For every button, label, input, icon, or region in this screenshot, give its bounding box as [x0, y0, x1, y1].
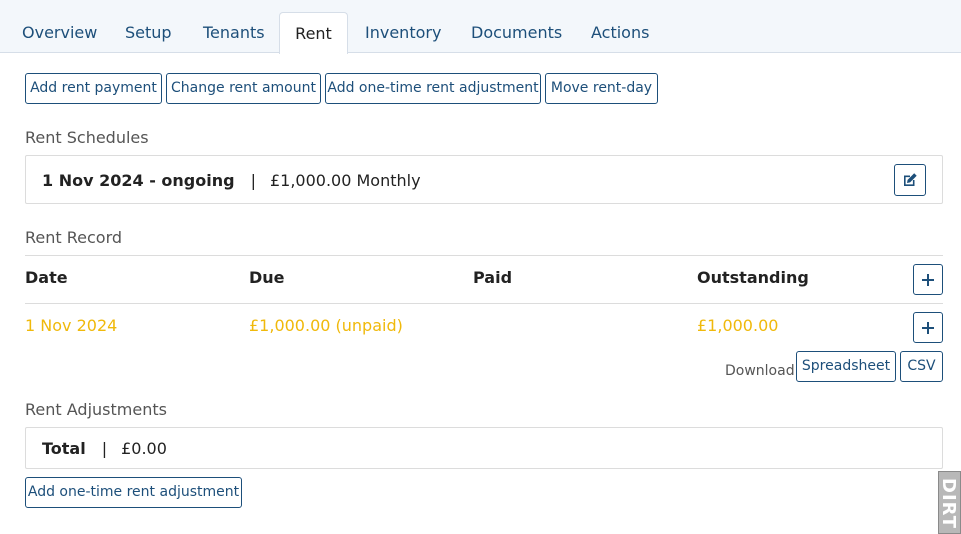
tab-documents[interactable]: Documents — [471, 12, 562, 53]
side-widget-label: DIRT — [938, 478, 959, 529]
record-header-divider — [25, 303, 943, 304]
add-one-time-adjustment-button[interactable]: Add one-time rent adjustment — [325, 73, 541, 104]
total-value: £0.00 — [121, 439, 167, 458]
rent-schedule-summary: 1 Nov 2024 - ongoing | £1,000.00 Monthly — [42, 171, 421, 190]
tab-rent[interactable]: Rent — [279, 12, 348, 54]
add-one-time-adjustment-bottom-button[interactable]: Add one-time rent adjustment — [25, 477, 242, 508]
rent-adjustments-title: Rent Adjustments — [25, 400, 167, 419]
add-rent-payment-button[interactable]: Add rent payment — [25, 73, 162, 104]
move-rent-day-button[interactable]: Move rent-day — [545, 73, 658, 104]
row-due: £1,000.00 (unpaid) — [249, 316, 403, 335]
record-top-divider — [25, 255, 943, 256]
plus-icon — [922, 273, 934, 286]
rent-record-title: Rent Record — [25, 228, 123, 247]
total-separator: | — [101, 439, 108, 458]
column-header-paid: Paid — [473, 268, 513, 287]
edit-schedule-button[interactable] — [894, 164, 926, 196]
download-label: Download — [725, 363, 795, 379]
rent-schedules-title: Rent Schedules — [25, 128, 149, 147]
side-feedback-widget[interactable]: DIRT — [938, 471, 961, 534]
tab-tenants[interactable]: Tenants — [203, 12, 265, 53]
adjustments-total: Total | £0.00 — [42, 439, 167, 458]
tab-bar: Overview Setup Tenants Rent Inventory Do… — [0, 0, 961, 54]
plus-icon — [922, 321, 934, 334]
column-header-outstanding: Outstanding — [697, 268, 809, 287]
rent-adjustments-card: Total | £0.00 — [25, 427, 943, 469]
edit-icon — [904, 173, 917, 186]
row-outstanding: £1,000.00 — [697, 316, 779, 335]
change-rent-amount-button[interactable]: Change rent amount — [166, 73, 321, 104]
schedule-separator: | — [250, 171, 256, 190]
tab-actions[interactable]: Actions — [591, 12, 649, 53]
row-date: 1 Nov 2024 — [25, 316, 118, 335]
total-label: Total — [42, 439, 86, 458]
add-record-header-button[interactable] — [913, 264, 943, 295]
tab-inventory[interactable]: Inventory — [365, 12, 441, 53]
tab-overview[interactable]: Overview — [22, 12, 97, 53]
rent-schedule-card: 1 Nov 2024 - ongoing | £1,000.00 Monthly — [25, 155, 943, 204]
tab-setup[interactable]: Setup — [125, 12, 172, 53]
schedule-amount: £1,000.00 Monthly — [269, 171, 421, 190]
download-spreadsheet-button[interactable]: Spreadsheet — [796, 351, 896, 382]
column-header-due: Due — [249, 268, 285, 287]
column-header-date: Date — [25, 268, 68, 287]
schedule-period: 1 Nov 2024 - ongoing — [42, 171, 235, 190]
download-csv-button[interactable]: CSV — [900, 351, 943, 382]
add-row-payment-button[interactable] — [913, 312, 943, 343]
